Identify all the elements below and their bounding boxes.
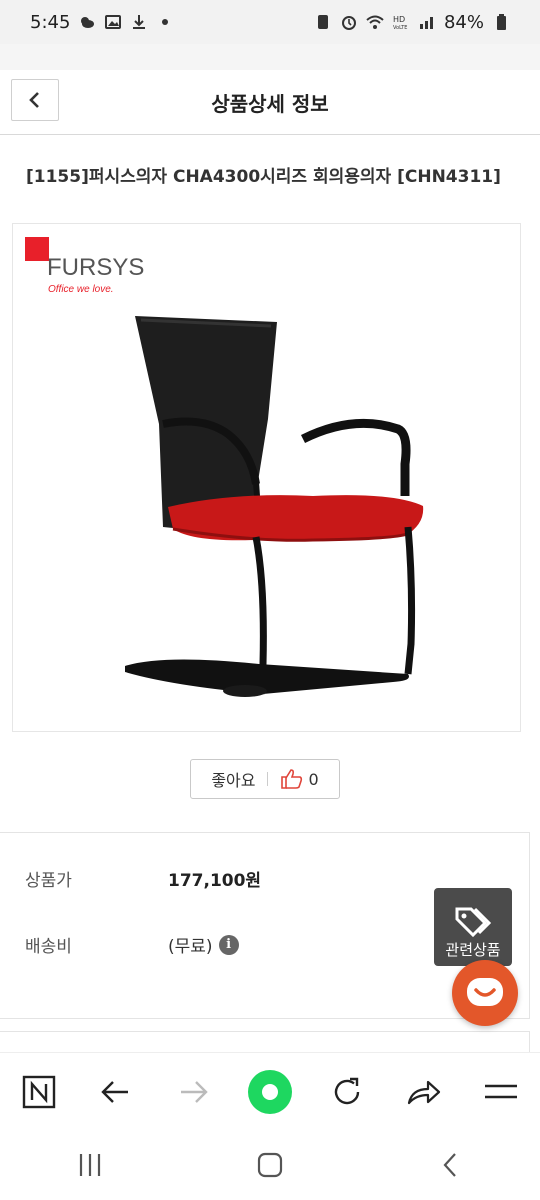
product-title: [1155]퍼시스의자 CHA4300시리즈 회의용의자 [CHN4311] xyxy=(26,167,501,187)
fursys-logo-square xyxy=(25,237,49,261)
status-bar-left: 5:45 xyxy=(30,12,174,33)
system-navigation-bar xyxy=(0,1130,540,1200)
like-button[interactable]: 좋아요 0 xyxy=(190,759,340,799)
chevron-left-icon xyxy=(443,1153,456,1177)
tag-icon xyxy=(455,907,492,938)
like-divider xyxy=(267,772,269,786)
like-label: 좋아요 xyxy=(211,771,256,790)
thumbs-up-icon xyxy=(281,769,303,789)
home-square-icon xyxy=(257,1152,283,1178)
recent-apps-button[interactable] xyxy=(70,1145,110,1185)
like-count: 0 xyxy=(308,769,319,789)
browser-toolbar xyxy=(0,1052,540,1131)
dot-icon xyxy=(162,19,169,25)
naver-home-button[interactable] xyxy=(15,1068,63,1116)
home-button[interactable] xyxy=(250,1145,290,1185)
page-title: 상품상세 정보 xyxy=(211,92,329,116)
svg-text:HD: HD xyxy=(393,15,405,24)
download-icon xyxy=(133,15,146,29)
fursys-logo-text: FURSYS xyxy=(47,254,144,281)
page-header: 상품상세 정보 xyxy=(0,70,540,135)
price-label: 상품가 xyxy=(25,871,72,891)
refresh-icon xyxy=(334,1077,360,1105)
arrow-left-icon xyxy=(101,1081,128,1103)
nfc-icon xyxy=(317,15,328,29)
back-nav-button[interactable] xyxy=(92,1068,140,1116)
top-spacer xyxy=(0,44,540,70)
forward-nav-button[interactable] xyxy=(169,1068,217,1116)
hd-voice-icon: HDVoLTE xyxy=(393,15,407,31)
product-image[interactable]: FURSYS Office we love. xyxy=(12,223,521,732)
chat-bubble-icon xyxy=(467,978,503,1006)
share-button[interactable] xyxy=(400,1068,448,1116)
related-products-button[interactable]: 관련상품 xyxy=(434,888,512,966)
product-image-svg: FURSYS Office we love. xyxy=(25,237,424,697)
menu-button[interactable] xyxy=(477,1068,525,1116)
wifi-icon xyxy=(366,15,384,29)
share-arrow-icon xyxy=(408,1080,441,1105)
signal-icon xyxy=(419,17,433,29)
svg-text:VoLTE: VoLTE xyxy=(393,25,407,31)
arrow-right-icon xyxy=(180,1081,208,1103)
weather-icon xyxy=(81,17,95,28)
fursys-tagline: Office we love. xyxy=(48,284,114,295)
info-icon[interactable]: i xyxy=(218,934,239,955)
chat-button[interactable] xyxy=(452,960,518,1026)
battery-icon xyxy=(497,14,506,30)
battery-percent: 84% xyxy=(443,11,484,33)
shipping-label: 배송비 xyxy=(25,937,72,957)
naver-n-icon xyxy=(22,1075,55,1109)
hamburger-menu-icon xyxy=(485,1084,518,1099)
refresh-button[interactable] xyxy=(323,1068,371,1116)
price-value-row: 177,100원 xyxy=(168,866,261,891)
status-time: 5:45 xyxy=(30,11,71,33)
shipping-value-row: (무료) i xyxy=(168,932,239,957)
gallery-icon xyxy=(105,15,122,29)
status-bar: 5:45 HD VoLTE 84% xyxy=(0,0,540,44)
system-back-button[interactable] xyxy=(430,1145,470,1185)
chair-illustration xyxy=(125,316,424,697)
related-products-label: 관련상품 xyxy=(445,941,501,959)
green-dot-button[interactable] xyxy=(246,1068,294,1116)
shipping-value: (무료) xyxy=(168,937,213,957)
price-value: 177,100원 xyxy=(168,871,262,891)
alarm-icon xyxy=(341,16,356,30)
green-circle-icon xyxy=(247,1070,292,1114)
like-count-group: 0 xyxy=(280,768,319,790)
status-bar-right: HD VoLTE 84% xyxy=(314,12,510,33)
recent-apps-icon xyxy=(79,1154,101,1176)
